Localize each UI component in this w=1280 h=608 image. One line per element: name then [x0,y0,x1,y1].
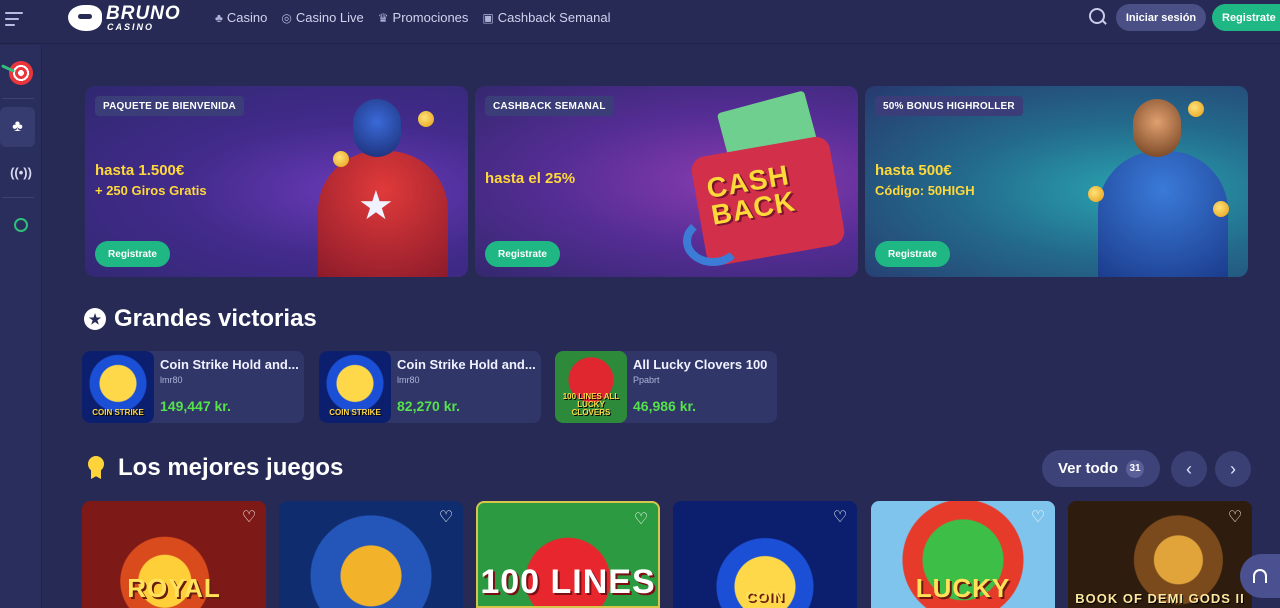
live-icon: ◎ [281,10,292,25]
heart-icon[interactable]: ♡ [831,509,849,527]
headset-icon [14,218,28,232]
heart-icon[interactable]: ♡ [1029,509,1047,527]
crown-icon: ♛ [377,10,389,25]
banner-subline: Código: 50HIGH [875,183,975,198]
game-title-art: 100 LINES [480,563,656,602]
search-icon[interactable] [1089,8,1107,26]
win-provider: Ppabrt [633,375,660,385]
sidebar-item-live[interactable]: ((•)) [0,152,42,192]
game-title-art: ROYAL [127,573,221,603]
best-games-heading: Los mejores juegos [86,454,343,482]
star-icon: ★ [84,308,106,330]
win-amount: 82,270 kr. [397,398,461,414]
win-game-name: All Lucky Clovers 100 [633,357,768,372]
heart-icon[interactable]: ♡ [632,511,650,529]
win-game-name: Coin Strike Hold and... [160,357,299,372]
win-provider: lmr80 [397,375,420,385]
sidebar-divider [2,197,34,198]
cherry-icon: ♣ [12,118,23,135]
sidebar-item-support[interactable] [0,205,42,245]
win-amount: 149,447 kr. [160,398,231,414]
game-title-art: BOOK OF DEMI GODS II [1075,591,1245,606]
heart-icon[interactable]: ♡ [437,509,455,527]
star-icon: ★ [358,184,394,228]
logo-text: BRUNO [106,3,181,24]
carousel-prev-button[interactable]: ‹ [1171,451,1207,487]
headset-icon [1253,569,1267,583]
logo[interactable]: BRUNO CASINO [68,3,181,33]
nav-casino-live[interactable]: ◎ Casino Live [281,10,363,25]
view-all-label: Ver todo [1057,460,1118,477]
menu-icon[interactable] [5,12,23,26]
game-title-art: COIN [745,588,785,604]
chevron-left-icon: ‹ [1186,458,1192,479]
win-card[interactable]: COIN STRIKE Coin Strike Hold and... lmr8… [82,351,304,423]
game-title-art: LUCKY [915,573,1011,603]
logo-mark-icon [68,5,102,31]
nav-casino[interactable]: ♣ Casino [215,10,267,25]
banner-tag: 50% BONUS HIGHROLLER [875,96,1023,116]
banner-register-button[interactable]: Registrate [95,241,170,267]
big-wins-heading: ★ Grandes victorias [84,305,317,333]
banner-register-button[interactable]: Registrate [875,241,950,267]
nav-promociones[interactable]: ♛ Promociones [378,10,469,25]
banner-subline: + 250 Giros Gratis [95,183,207,198]
banner-tag: PAQUETE DE BIENVENIDA [95,96,244,116]
nav-cashback-label: Cashback Semanal [497,10,611,25]
main-nav: ♣ Casino ◎ Casino Live ♛ Promociones ▣ C… [215,10,610,25]
nav-cashback[interactable]: ▣ Cashback Semanal [482,10,610,25]
banner-headline: hasta el 25% [485,170,576,187]
win-card[interactable]: COIN STRIKE Coin Strike Hold and... lmr8… [319,351,541,423]
nav-casino-live-label: Casino Live [295,10,364,25]
game-thumbnail: 100 LINES ALL LUCKY CLOVERS [555,351,627,423]
win-amount: 46,986 kr. [633,398,697,414]
nav-casino-label: Casino [226,10,268,25]
superhero-illustration [1068,91,1238,277]
medal-icon [86,456,106,480]
game-thumbnail: COIN STRIKE [82,351,154,423]
promo-banner-cashback[interactable]: CASH BACK CASHBACK SEMANAL hasta el 25% … [475,86,858,277]
gift-icon: ▣ [482,10,494,25]
banner-headline: hasta 1.500€ [95,162,185,179]
register-button[interactable]: Registrate [1212,4,1280,31]
sidebar-divider [2,98,34,99]
chevron-right-icon: › [1230,458,1236,479]
heart-icon[interactable]: ♡ [240,509,258,527]
promo-banner-welcome[interactable]: ★ PAQUETE DE BIENVENIDA hasta 1.500€ + 2… [85,86,468,277]
game-card[interactable]: ♡ [279,501,463,608]
view-all-button[interactable]: Ver todo 31 [1042,450,1160,487]
cashback-wallet-illustration: CASH BACK [678,90,848,277]
live-icon: ((•)) [10,164,32,180]
superhero-illustration: ★ [288,91,458,277]
win-card[interactable]: 100 LINES ALL LUCKY CLOVERS All Lucky Cl… [555,351,777,423]
game-thumbnail: COIN STRIKE [319,351,391,423]
promo-banner-highroller[interactable]: 50% BONUS HIGHROLLER hasta 500€ Código: … [865,86,1248,277]
game-card[interactable]: ♡ COIN [673,501,857,608]
cherry-icon: ♣ [215,10,223,25]
banner-register-button[interactable]: Registrate [485,241,560,267]
game-card[interactable]: ♡ 100 LINES [476,501,660,608]
big-wins-title: Grandes victorias [114,305,317,332]
banner-headline: hasta 500€ [875,162,952,179]
target-icon [9,61,33,85]
sidebar: ♣ ((•)) [0,45,42,608]
win-game-name: Coin Strike Hold and... [397,357,536,372]
logo-subtext: CASINO [107,22,155,32]
sidebar-item-promos[interactable] [0,53,42,93]
best-games-title: Los mejores juegos [118,454,344,481]
sidebar-item-casino[interactable]: ♣ [0,107,35,147]
heart-icon[interactable]: ♡ [1226,509,1244,527]
game-card[interactable]: ♡ ROYAL [82,501,266,608]
support-chat-button[interactable] [1240,554,1280,598]
game-card[interactable]: ♡ LUCKY [871,501,1055,608]
win-provider: lmr80 [160,375,183,385]
carousel-next-button[interactable]: › [1215,451,1251,487]
top-bar: BRUNO CASINO ♣ Casino ◎ Casino Live ♛ Pr… [0,0,1280,44]
game-card[interactable]: ♡ BOOK OF DEMI GODS II [1068,501,1252,608]
view-all-count: 31 [1126,459,1144,478]
login-button[interactable]: Iniciar sesión [1116,4,1206,31]
nav-promociones-label: Promociones [392,10,469,25]
banner-tag: CASHBACK SEMANAL [485,96,614,116]
